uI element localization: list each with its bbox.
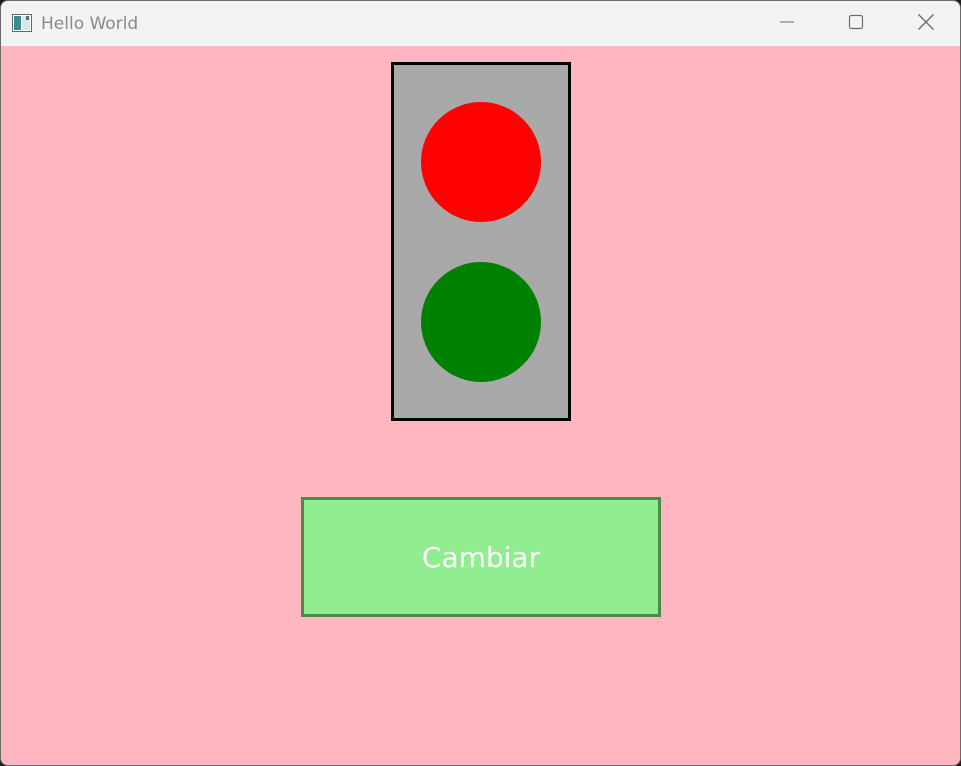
close-icon — [917, 13, 935, 35]
close-button[interactable] — [891, 1, 960, 46]
client-area: Cambiar — [1, 46, 960, 765]
traffic-light — [391, 62, 571, 421]
window-title: Hello World — [41, 14, 139, 34]
maximize-button[interactable] — [821, 1, 890, 46]
green-light — [421, 262, 541, 382]
cambiar-button[interactable]: Cambiar — [301, 497, 661, 617]
app-icon — [12, 14, 32, 32]
title-bar[interactable]: Hello World — [1, 1, 960, 46]
minimize-icon — [779, 14, 795, 34]
maximize-icon — [848, 14, 864, 34]
minimize-button[interactable] — [752, 1, 821, 46]
red-light — [421, 102, 541, 222]
app-window: Hello World Cambiar — [0, 0, 961, 766]
